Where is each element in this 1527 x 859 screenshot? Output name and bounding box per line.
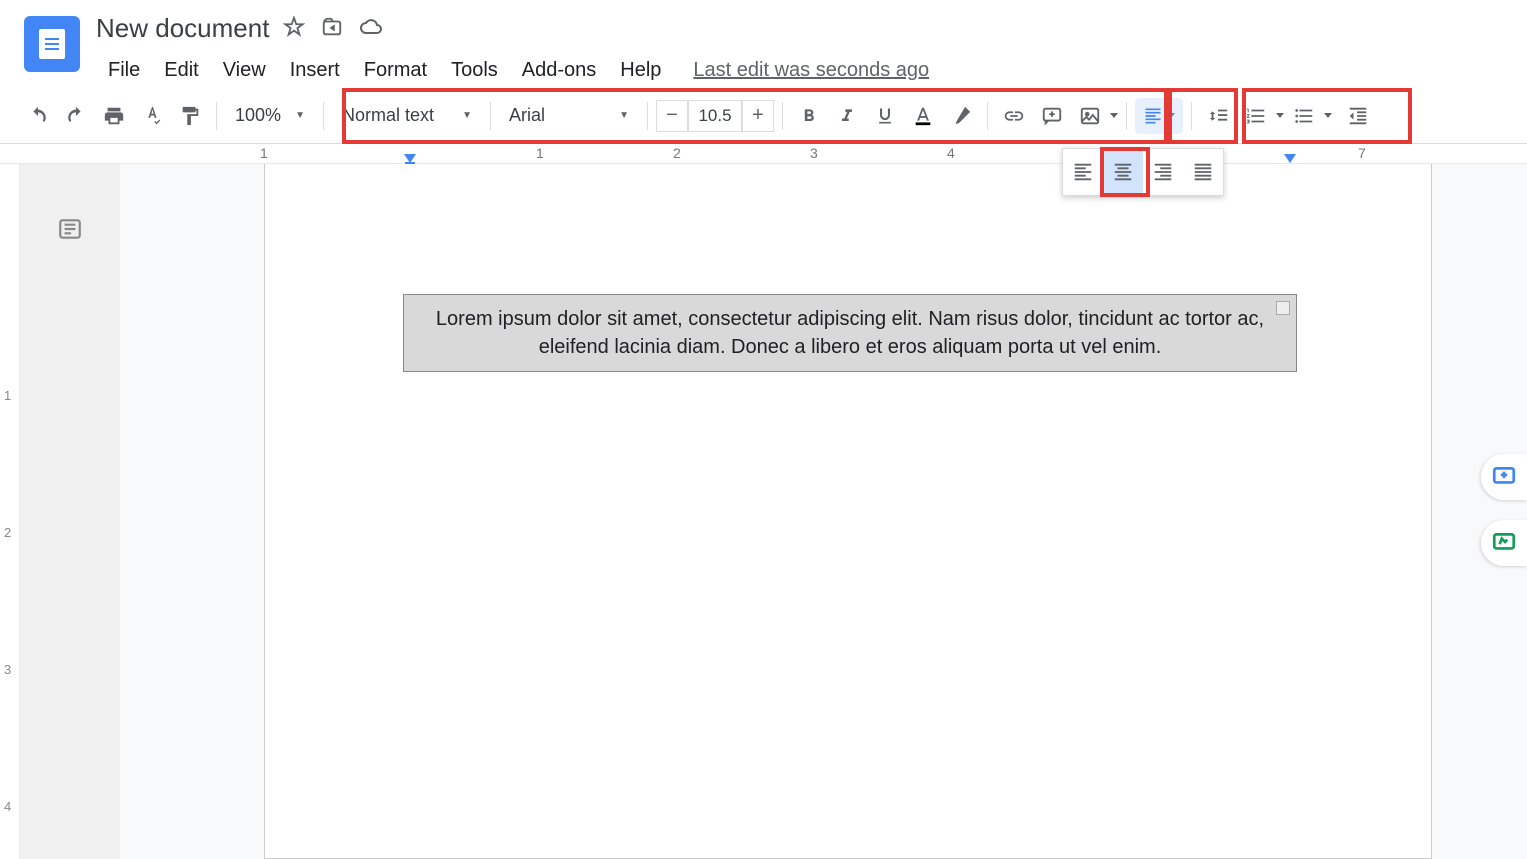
selected-text-block[interactable]: Lorem ipsum dolor sit amet, consectetur … <box>403 294 1297 372</box>
ruler-number: 1 <box>260 145 268 161</box>
ruler-number: 2 <box>673 145 681 161</box>
chevron-down-icon <box>1110 113 1118 118</box>
highlight-color-button[interactable] <box>943 98 979 134</box>
last-edit-link[interactable]: Last edit was seconds ago <box>693 59 929 82</box>
style-value: Normal text <box>342 105 434 126</box>
ruler-number: 4 <box>947 145 955 161</box>
font-size-control: − + <box>656 100 774 132</box>
insert-image-dropdown[interactable] <box>1072 98 1118 134</box>
redo-button[interactable] <box>58 98 94 134</box>
right-indent-marker[interactable] <box>1284 154 1296 163</box>
header-content: New document File Edit View Insert Forma… <box>96 8 1527 88</box>
align-left-button[interactable] <box>1063 149 1103 195</box>
menu-bar: File Edit View Insert Format Tools Add-o… <box>96 52 1527 88</box>
page-container: Lorem ipsum dolor sit amet, consectetur … <box>120 164 1527 859</box>
separator <box>216 102 217 130</box>
paragraph-style-dropdown[interactable]: Normal text ▼ <box>332 98 482 134</box>
print-button[interactable] <box>96 98 132 134</box>
vruler-number: 2 <box>4 525 11 540</box>
vertical-ruler[interactable]: 1 2 3 4 <box>0 164 20 859</box>
docs-logo-icon[interactable] <box>24 16 80 72</box>
outline-toggle-icon[interactable] <box>55 214 85 244</box>
italic-button[interactable] <box>829 98 865 134</box>
align-right-button[interactable] <box>1143 149 1183 195</box>
star-icon[interactable] <box>283 16 307 40</box>
underline-button[interactable] <box>867 98 903 134</box>
chevron-down-icon <box>1167 113 1175 118</box>
vruler-number: 1 <box>4 388 11 403</box>
insert-link-button[interactable] <box>996 98 1032 134</box>
vruler-number: 3 <box>4 662 11 677</box>
separator <box>647 102 648 130</box>
undo-button[interactable] <box>20 98 56 134</box>
outline-panel <box>20 164 120 859</box>
spellcheck-button[interactable] <box>134 98 170 134</box>
vruler-number: 4 <box>4 799 11 814</box>
separator <box>1191 102 1192 130</box>
chevron-down-icon: ▼ <box>462 110 472 121</box>
font-value: Arial <box>509 105 545 126</box>
bold-button[interactable] <box>791 98 827 134</box>
font-size-input[interactable] <box>688 100 742 132</box>
align-justify-button[interactable] <box>1183 149 1223 195</box>
align-center-button[interactable] <box>1103 149 1143 195</box>
line-spacing-button[interactable] <box>1200 98 1236 134</box>
menu-addons[interactable]: Add-ons <box>510 55 609 86</box>
add-comment-button[interactable] <box>1034 98 1070 134</box>
document-title[interactable]: New document <box>96 13 269 44</box>
menu-view[interactable]: View <box>211 55 278 86</box>
title-row: New document <box>96 8 1527 48</box>
move-icon[interactable] <box>321 16 345 40</box>
bulleted-list-icon <box>1286 98 1322 134</box>
decrease-font-size-button[interactable]: − <box>656 100 688 132</box>
zoom-dropdown[interactable]: 100% ▼ <box>225 98 315 134</box>
chevron-down-icon: ▼ <box>295 110 305 121</box>
toolbar: 100% ▼ Normal text ▼ Arial ▼ − + <box>0 88 1527 144</box>
ruler-number: 1 <box>536 145 544 161</box>
separator <box>1126 102 1127 130</box>
chevron-down-icon <box>1324 113 1332 118</box>
zoom-value: 100% <box>235 105 281 126</box>
chevron-down-icon <box>1276 113 1284 118</box>
numbered-list-dropdown[interactable] <box>1238 98 1284 134</box>
menu-edit[interactable]: Edit <box>152 55 210 86</box>
explore-comment-button[interactable] <box>1481 454 1527 500</box>
separator <box>323 102 324 130</box>
decrease-indent-button[interactable] <box>1340 98 1376 134</box>
menu-file[interactable]: File <box>96 55 152 86</box>
menu-help[interactable]: Help <box>608 55 673 86</box>
menu-insert[interactable]: Insert <box>278 55 352 86</box>
cloud-icon[interactable] <box>359 16 383 40</box>
align-dropdown-button[interactable] <box>1135 98 1183 134</box>
header: New document File Edit View Insert Forma… <box>0 0 1527 88</box>
align-popup <box>1062 148 1224 196</box>
numbered-list-icon <box>1238 98 1274 134</box>
increase-font-size-button[interactable]: + <box>742 100 774 132</box>
menu-format[interactable]: Format <box>352 55 439 86</box>
side-buttons <box>1481 454 1527 566</box>
horizontal-ruler[interactable]: 1 1 2 3 4 7 <box>0 144 1527 164</box>
explore-edit-button[interactable] <box>1481 520 1527 566</box>
document-page[interactable]: Lorem ipsum dolor sit amet, consectetur … <box>264 164 1432 859</box>
separator <box>987 102 988 130</box>
chevron-down-icon: ▼ <box>619 110 629 121</box>
separator <box>782 102 783 130</box>
editor-area: 1 2 3 4 Lorem ipsum dolor sit amet, cons… <box>0 164 1527 859</box>
menu-tools[interactable]: Tools <box>439 55 510 86</box>
font-dropdown[interactable]: Arial ▼ <box>499 98 639 134</box>
insert-image-icon <box>1072 98 1108 134</box>
paint-format-button[interactable] <box>172 98 208 134</box>
ruler-number: 3 <box>810 145 818 161</box>
text-color-button[interactable] <box>905 98 941 134</box>
separator <box>490 102 491 130</box>
ruler-number: 7 <box>1358 145 1366 161</box>
bulleted-list-dropdown[interactable] <box>1286 98 1332 134</box>
